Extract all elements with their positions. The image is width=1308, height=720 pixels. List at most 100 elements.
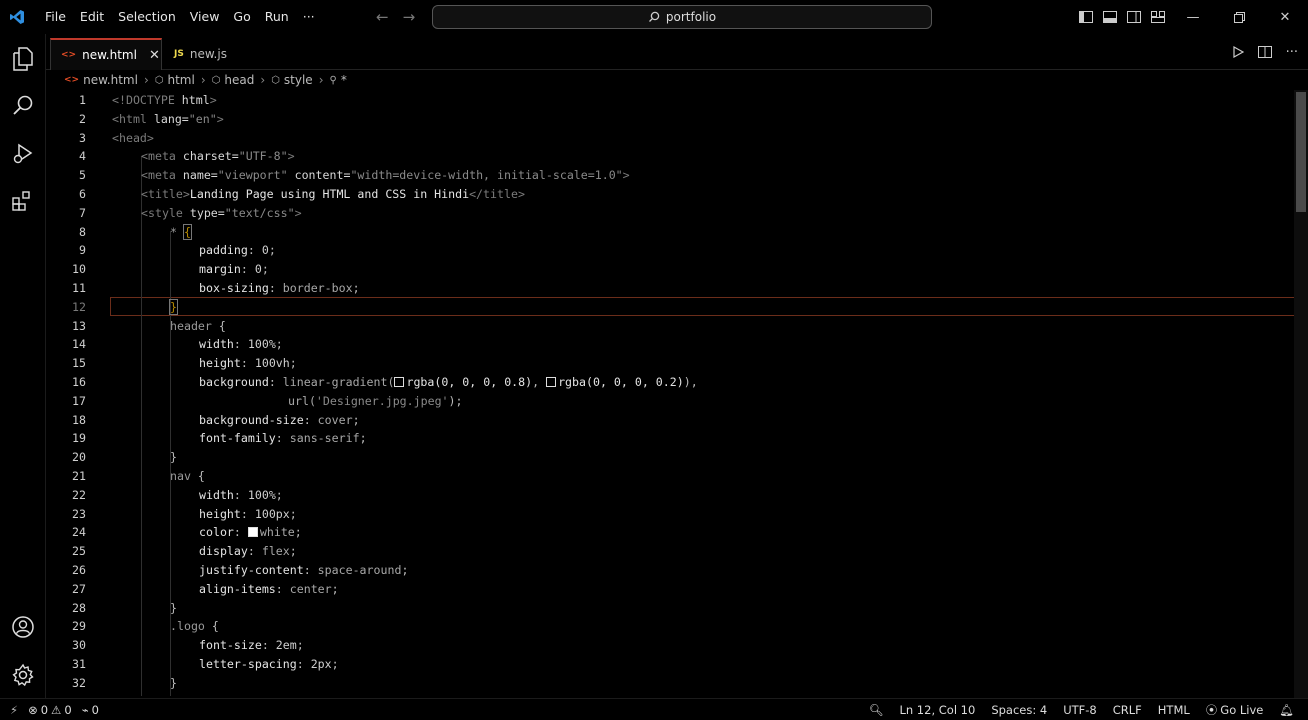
remote-icon[interactable]: ⚡ — [10, 703, 18, 717]
code-line-16: background: linear-gradient(rgba(0, 0, 0… — [199, 375, 698, 389]
code-line-10: margin: 0; — [199, 262, 269, 277]
title-bar: File Edit Selection View Go Run ··· ← → … — [0, 0, 1308, 34]
code-line-9: padding: 0; — [199, 243, 276, 258]
forward-arrow-icon[interactable]: → — [403, 8, 416, 26]
code-line-32: } — [170, 675, 177, 690]
code-line-14: width: 100%; — [199, 337, 283, 352]
code-line-20: } — [170, 450, 177, 465]
minimize-button[interactable]: — — [1170, 0, 1216, 34]
cursor-position[interactable]: Ln 12, Col 10 — [899, 703, 975, 717]
scrollbar-thumb[interactable] — [1296, 92, 1306, 212]
explorer-icon[interactable] — [9, 45, 37, 73]
notifications-bell-icon[interactable]: 🔔︎ — [1279, 703, 1294, 717]
run-file-icon[interactable] — [1232, 46, 1244, 58]
command-center-search[interactable]: portfolio — [432, 5, 932, 29]
code-line-7: <style type="text/css"> — [141, 205, 302, 220]
element-icon: ⬡ — [154, 74, 164, 86]
toggle-primary-sidebar-icon[interactable] — [1074, 0, 1098, 34]
color-swatch[interactable] — [247, 527, 258, 538]
code-line-29: .logo { — [170, 619, 219, 634]
search-text: portfolio — [665, 10, 717, 24]
warning-icon: ⚠ — [51, 702, 62, 717]
customize-layout-icon[interactable] — [1146, 0, 1170, 34]
restore-button[interactable] — [1216, 0, 1262, 34]
code-line-6: <title>Landing Page using HTML and CSS i… — [141, 187, 525, 201]
code-line-11: box-sizing: border-box; — [199, 281, 360, 295]
tab-new-js[interactable]: JS new.js — [164, 38, 274, 70]
title-bar-controls: — ✕ — [1074, 0, 1308, 34]
menu-run[interactable]: Run — [258, 0, 296, 34]
code-line-24: color: white; — [199, 525, 302, 540]
code-editor[interactable]: 1 2 3 4 5 6 7 8 9 10 11 12 13 14 15 16 17 18 19 20 21 22 23 24 2… — [46, 90, 1308, 698]
close-window-button[interactable]: ✕ — [1262, 0, 1308, 34]
toggle-panel-icon[interactable] — [1098, 0, 1122, 34]
go-live-button[interactable]: ⦿ Go Live — [1206, 702, 1264, 718]
code-line-25: display: flex; — [199, 544, 297, 559]
menu-view[interactable]: View — [183, 0, 227, 34]
code-line-1: <!DOCTYPE html> — [112, 93, 217, 107]
editor-actions: ··· — [1232, 34, 1298, 70]
code-line-8: * { — [170, 223, 192, 240]
code-line-12: } — [169, 298, 178, 315]
toggle-secondary-sidebar-icon[interactable] — [1122, 0, 1146, 34]
encoding[interactable]: UTF-8 — [1063, 703, 1097, 717]
menu-bar: File Edit Selection View Go Run ··· — [38, 0, 322, 34]
code-line-30: font-size: 2em; — [199, 638, 304, 653]
code-line-26: justify-content: space-around; — [199, 563, 409, 577]
split-editor-icon[interactable] — [1257, 46, 1272, 58]
js-file-icon: JS — [174, 49, 184, 59]
menu-selection[interactable]: Selection — [111, 0, 183, 34]
code-line-27: align-items: center; — [199, 581, 339, 596]
breadcrumb-head[interactable]: head — [224, 73, 254, 87]
code-line-22: width: 100%; — [199, 487, 283, 502]
code-line-31: letter-spacing: 2px; — [199, 657, 339, 671]
chevron-right-icon: › — [318, 73, 324, 87]
code-line-19: font-family: sans-serif; — [199, 431, 367, 446]
breadcrumb-file[interactable]: new.html — [83, 73, 138, 87]
language-mode[interactable]: HTML — [1158, 703, 1190, 717]
code-line-23: height: 100px; — [199, 506, 297, 521]
color-swatch[interactable] — [394, 377, 405, 387]
editor-tab-bar: <> new.html ✕ JS new.js — [46, 34, 1308, 70]
code-line-18: background-size: cover; — [199, 412, 360, 427]
menu-go[interactable]: Go — [226, 0, 257, 34]
more-actions-icon[interactable]: ··· — [1286, 45, 1298, 60]
extensions-icon[interactable] — [9, 187, 37, 215]
tab-new-html[interactable]: <> new.html ✕ — [50, 38, 162, 70]
menu-edit[interactable]: Edit — [73, 0, 111, 34]
code-line-5: <meta name="viewport" content="width=dev… — [141, 168, 630, 183]
menu-file[interactable]: File — [38, 0, 73, 34]
tab-label: new.html — [82, 48, 137, 62]
close-tab-icon[interactable]: ✕ — [149, 48, 160, 63]
code-line-3: <head> — [112, 130, 154, 145]
status-bar: ⚡ ⊗ 0 ⚠ 0 ⌁ 0 🔍︎ Ln 12, Col 10 Spaces: 4… — [0, 698, 1308, 720]
search-panel-icon[interactable] — [9, 91, 37, 119]
breadcrumb-html[interactable]: html — [168, 73, 195, 87]
code-line-28: } — [170, 600, 177, 615]
accounts-icon[interactable] — [9, 613, 37, 641]
color-swatch[interactable] — [546, 377, 557, 387]
vscode-logo-icon — [0, 0, 34, 34]
code-line-4: <meta charset="UTF-8"> — [141, 149, 295, 164]
breadcrumb-style[interactable]: style — [284, 73, 313, 87]
search-icon — [648, 11, 660, 22]
editor-scrollbar[interactable] — [1294, 90, 1308, 698]
broadcast-icon: ⦿ — [1205, 703, 1218, 717]
indentation[interactable]: Spaces: 4 — [991, 703, 1047, 717]
ports-indicator[interactable]: ⌁ 0 — [82, 703, 99, 717]
element-icon: ⬡ — [211, 74, 221, 86]
settings-gear-icon[interactable] — [9, 661, 37, 689]
html-file-icon: <> — [61, 50, 77, 60]
zoom-icon[interactable]: 🔍︎ — [869, 703, 884, 717]
selector-icon: ⚲ — [329, 74, 337, 86]
run-debug-icon[interactable] — [9, 139, 37, 167]
code-line-17: url('Designer.jpg.jpeg'); — [288, 393, 463, 408]
problems-indicator[interactable]: ⊗ 0 ⚠ 0 — [28, 703, 72, 717]
breadcrumb-selector[interactable]: * — [341, 73, 347, 87]
history-nav: ← → — [376, 0, 415, 34]
end-of-line[interactable]: CRLF — [1113, 703, 1142, 717]
code-line-2: <html lang="en"> — [112, 111, 224, 126]
chevron-right-icon: › — [143, 73, 149, 87]
back-arrow-icon[interactable]: ← — [376, 8, 389, 26]
menu-more[interactable]: ··· — [296, 0, 322, 34]
